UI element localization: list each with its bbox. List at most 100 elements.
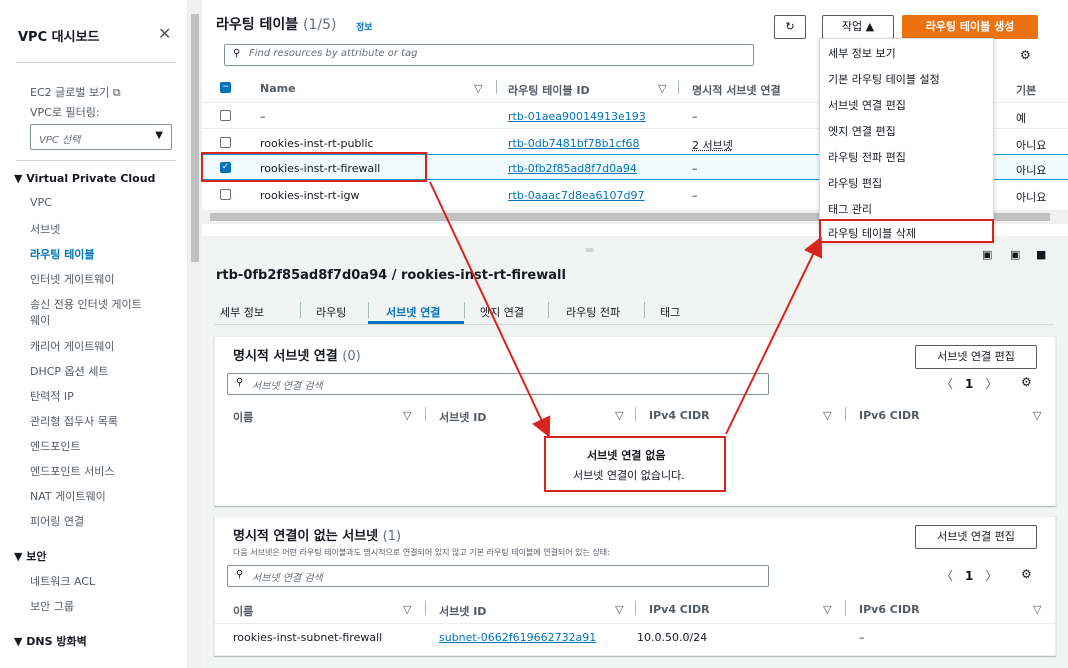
section-vpc[interactable]: ▼ Virtual Private Cloud [14, 172, 155, 185]
sidebar-item-endpoint-services[interactable]: 엔드포인트 서비스 [30, 463, 114, 479]
menu-item-manage-tags[interactable]: 태그 관리 [828, 201, 872, 217]
edit-subnet-assoc-button[interactable]: 서브넷 연결 편집 [915, 345, 1037, 369]
menu-item-edit-routes[interactable]: 라우팅 편집 [828, 175, 882, 191]
route-table-id-link[interactable]: rtb-0db7481bf78b1cf68 [508, 137, 640, 150]
actions-button[interactable]: 작업 ▲ [822, 15, 894, 39]
chevron-right-icon[interactable]: 〉 [985, 569, 997, 583]
sort-icon[interactable]: ▽ [615, 603, 623, 616]
row-subnet: – [692, 110, 698, 123]
edit-subnet-assoc-button[interactable]: 서브넷 연결 편집 [915, 525, 1037, 549]
implicit-search-input[interactable]: ⚲ 서브넷 연결 검색 [227, 565, 769, 587]
col-ipv4[interactable]: IPv4 CIDR [649, 409, 710, 422]
tab-subnet-associations[interactable]: 서브넷 연결 [386, 304, 440, 320]
subnet-ipv6: – [859, 631, 865, 644]
col-name[interactable]: Name [260, 82, 296, 95]
col-name[interactable]: 이름 [233, 603, 253, 619]
sidebar-item-security-groups[interactable]: 보안 그룹 [30, 598, 74, 614]
sidebar-item-vpc[interactable]: VPC [30, 196, 52, 209]
tab-divider [300, 302, 301, 318]
annotation-box-empty-state [544, 436, 726, 492]
sidebar-item-egress-igw-cont[interactable]: 웨이 [30, 312, 50, 328]
sidebar-item-egress-igw[interactable]: 송신 전용 인터넷 게이트 [30, 296, 142, 312]
sidebar-item-subnets[interactable]: 서브넷 [30, 221, 60, 237]
sort-icon[interactable]: ▽ [403, 409, 411, 422]
select-all-checkbox[interactable]: − [220, 82, 231, 93]
subnet-id-link[interactable]: subnet-0662f619662732a91 [439, 631, 596, 644]
col-main[interactable]: 기본 [1016, 82, 1036, 98]
col-name[interactable]: 이름 [233, 409, 253, 425]
menu-item-view-details[interactable]: 세부 정보 보기 [828, 45, 896, 61]
settings-gear-icon[interactable]: ⚙ [1020, 48, 1031, 62]
sidebar-item-eip[interactable]: 탄력적 IP [30, 388, 74, 404]
sidebar-item-dhcp[interactable]: DHCP 옵션 세트 [30, 363, 109, 379]
tab-tags[interactable]: 태그 [660, 304, 680, 320]
menu-item-edit-propagation[interactable]: 라우팅 전파 편집 [828, 149, 906, 165]
menu-item-set-main[interactable]: 기본 라우팅 테이블 설정 [828, 71, 940, 87]
info-link[interactable]: 정보 [356, 20, 373, 33]
sidebar-item-route-tables[interactable]: 라우팅 테이블 [30, 246, 95, 262]
section-security[interactable]: ▼ 보안 [14, 548, 47, 564]
settings-gear-icon[interactable]: ⚙ [1021, 567, 1032, 581]
tab-edge-associations[interactable]: 엣지 연결 [480, 304, 524, 320]
col-divider [496, 80, 497, 94]
sidebar-item-endpoints[interactable]: 엔드포인트 [30, 438, 81, 454]
sidebar-item-peering[interactable]: 피어링 연결 [30, 513, 84, 529]
sidebar-item-igw[interactable]: 인터넷 게이트웨이 [30, 271, 114, 287]
col-subnet-id[interactable]: 서브넷 ID [439, 603, 486, 619]
col-explicit-subnet[interactable]: 명시적 서브넷 연결 [692, 82, 781, 98]
row-checkbox[interactable] [220, 110, 231, 121]
sort-icon[interactable]: ▽ [823, 603, 831, 616]
vpc-filter-select[interactable]: VPC 선택 ▼ [30, 124, 172, 150]
col-ipv6[interactable]: IPv6 CIDR [859, 409, 920, 422]
settings-gear-icon[interactable]: ⚙ [1021, 375, 1032, 389]
tab-details[interactable]: 세부 정보 [220, 304, 264, 320]
sidebar-title: VPC 대시보드 [18, 30, 100, 45]
row-main: 예 [1016, 112, 1027, 125]
sidebar-item-prefix-lists[interactable]: 관리형 접두사 목록 [30, 413, 118, 429]
chevron-right-icon[interactable]: 〉 [985, 377, 997, 391]
sort-icon[interactable]: ▽ [1033, 603, 1041, 616]
search-icon: ⚲ [236, 377, 244, 388]
sidebar-scrollbar-thumb[interactable] [191, 14, 199, 262]
sidebar-item-nacl[interactable]: 네트워크 ACL [30, 573, 95, 589]
ec2-global-view-link[interactable]: EC2 글로벌 보기 ⧉ [30, 84, 121, 100]
col-ipv4[interactable]: IPv4 CIDR [649, 603, 710, 616]
sort-icon[interactable]: ▽ [658, 82, 666, 95]
caret-up-icon: ▲ [865, 20, 875, 33]
implicit-card-description: 다음 서브넷은 어떤 라우팅 테이블과도 명시적으로 연결되어 있지 않고 기본… [233, 548, 610, 557]
sidebar-item-nat[interactable]: NAT 게이트웨이 [30, 488, 106, 504]
row-checkbox[interactable] [220, 189, 231, 200]
section-dns-firewall[interactable]: ▼ DNS 방화벽 [14, 633, 87, 649]
col-route-table-id[interactable]: 라우팅 테이블 ID [508, 82, 590, 98]
sort-icon[interactable]: ▽ [823, 409, 831, 422]
sort-icon[interactable]: ▽ [403, 603, 411, 616]
sort-icon[interactable]: ▽ [474, 82, 482, 95]
refresh-button[interactable]: ↻ [774, 15, 806, 39]
row-subnet[interactable]: 2 서브넷 [692, 137, 733, 153]
route-table-id-link[interactable]: rtb-01aea90014913e193 [508, 110, 646, 123]
implicit-subnet-card: 명시적 연결이 없는 서브넷 (1) 다음 서브넷은 어떤 라우팅 테이블과도 … [214, 516, 1056, 656]
row-checkbox[interactable] [220, 137, 231, 148]
search-icon: ⚲ [233, 48, 241, 59]
pagination[interactable]: 〈 1 〉 [941, 375, 997, 392]
route-table-search-input[interactable]: ⚲ Find resources by attribute or tag [224, 44, 754, 66]
sidebar-item-carrier-gw[interactable]: 캐리어 게이트웨이 [30, 338, 114, 354]
close-icon[interactable]: ✕ [158, 24, 171, 43]
chevron-left-icon[interactable]: 〈 [941, 569, 953, 583]
pagination[interactable]: 〈 1 〉 [941, 567, 997, 584]
col-ipv6[interactable]: IPv6 CIDR [859, 603, 920, 616]
sort-icon[interactable]: ▽ [615, 409, 623, 422]
page-number[interactable]: 1 [965, 377, 973, 391]
sort-icon[interactable]: ▽ [1033, 409, 1041, 422]
explicit-search-input[interactable]: ⚲ 서브넷 연결 검색 [227, 373, 769, 395]
tab-routes[interactable]: 라우팅 [316, 304, 346, 320]
menu-item-edit-edge-assoc[interactable]: 엣지 연결 편집 [828, 123, 896, 139]
route-table-id-link[interactable]: rtb-0aaac7d8ea6107d97 [508, 189, 645, 202]
page-number[interactable]: 1 [965, 569, 973, 583]
chevron-left-icon[interactable]: 〈 [941, 377, 953, 391]
create-route-table-button[interactable]: 라우팅 테이블 생성 [902, 15, 1038, 39]
col-subnet-id[interactable]: 서브넷 ID [439, 409, 486, 425]
route-table-id-link[interactable]: rtb-0fb2f85ad8f7d0a94 [508, 162, 637, 175]
menu-item-edit-subnet-assoc[interactable]: 서브넷 연결 편집 [828, 97, 906, 113]
tab-route-propagation[interactable]: 라우팅 전파 [566, 304, 620, 320]
